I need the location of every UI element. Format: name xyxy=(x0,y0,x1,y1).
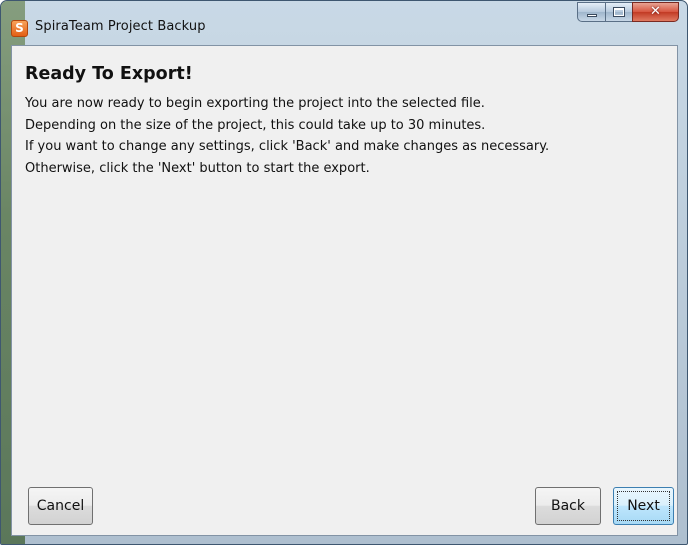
dialog-window: S SpiraTeam Project Backup ✕ Ready To Ex… xyxy=(0,0,688,545)
close-button[interactable]: ✕ xyxy=(632,2,679,22)
wizard-panel: Ready To Export! You are now ready to be… xyxy=(11,45,678,536)
caption-buttons: ✕ xyxy=(577,2,679,23)
minimize-icon xyxy=(587,14,597,17)
instructions-text: You are now ready to begin exporting the… xyxy=(25,93,670,179)
back-button-label: Back xyxy=(551,498,585,514)
spirateam-logo-icon[interactable]: S xyxy=(11,20,28,37)
window-title: SpiraTeam Project Backup xyxy=(35,19,206,34)
minimize-button[interactable] xyxy=(577,2,605,22)
title-bar[interactable]: S SpiraTeam Project Backup ✕ xyxy=(1,1,687,45)
next-button[interactable]: Next xyxy=(613,487,674,525)
maximize-icon xyxy=(613,7,625,17)
cancel-button[interactable]: Cancel xyxy=(28,487,93,525)
cancel-button-label: Cancel xyxy=(36,498,85,514)
instruction-line: You are now ready to begin exporting the… xyxy=(25,96,485,111)
next-button-label: Next xyxy=(627,498,660,514)
instruction-line: If you want to change any settings, clic… xyxy=(25,139,550,154)
instruction-line: Otherwise, click the 'Next' button to st… xyxy=(25,160,370,176)
close-icon: ✕ xyxy=(650,4,661,19)
page-title: Ready To Export! xyxy=(25,64,193,84)
back-button[interactable]: Back xyxy=(535,487,601,525)
instruction-line: Depending on the size of the project, th… xyxy=(25,117,486,133)
maximize-button[interactable] xyxy=(605,2,632,22)
